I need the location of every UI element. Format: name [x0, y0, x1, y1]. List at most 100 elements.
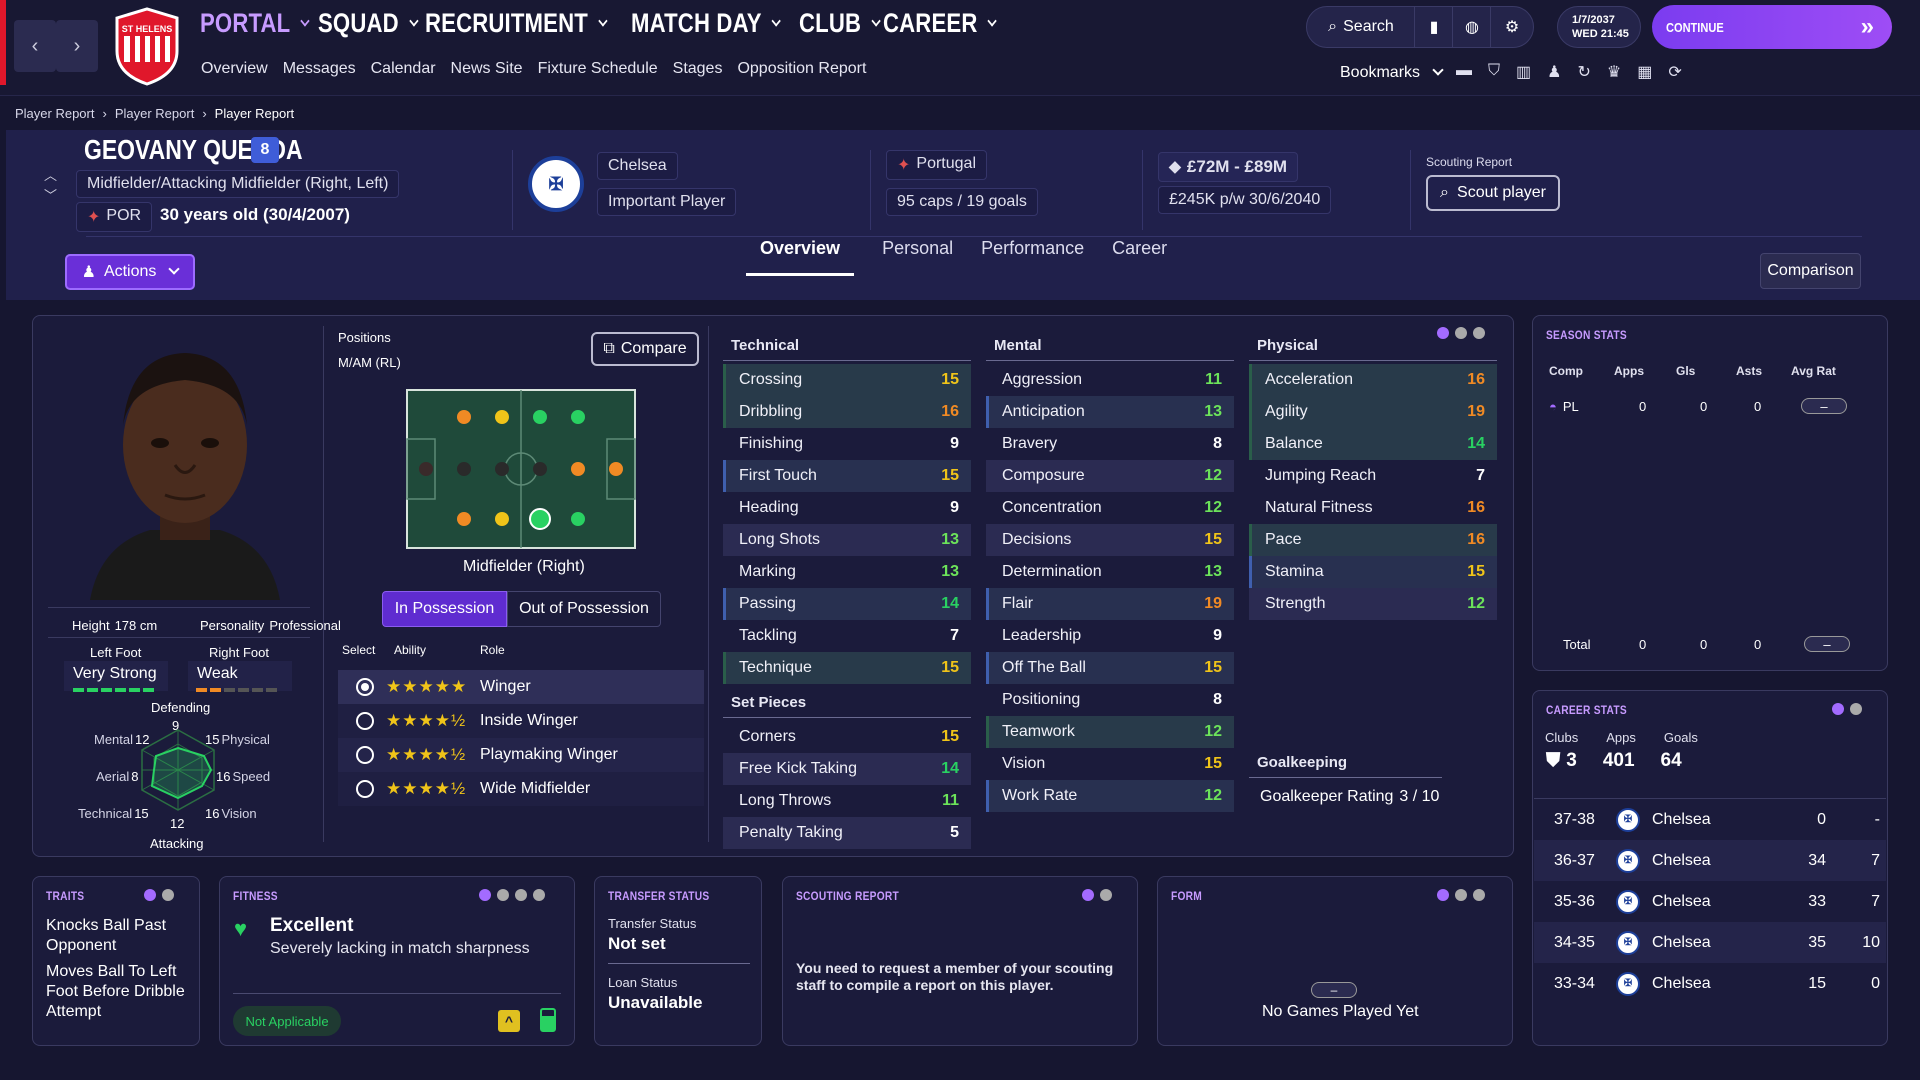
attr-row[interactable]: Concentration 12: [986, 492, 1234, 524]
attr-row[interactable]: Technique 15: [723, 652, 971, 684]
club-badge[interactable]: ST HELENS: [112, 6, 182, 86]
scouting-page-dots[interactable]: [1082, 889, 1112, 901]
attr-row[interactable]: Heading 9: [723, 492, 971, 524]
role-row[interactable]: ★★★★½ Inside Winger: [338, 704, 704, 738]
nation-name[interactable]: ✦ Portugal: [886, 150, 987, 180]
subnav-fixture-schedule[interactable]: Fixture Schedule: [538, 60, 658, 78]
breadcrumb-item[interactable]: Player Report: [15, 106, 94, 121]
actions-button[interactable]: ♟ Actions: [65, 254, 195, 290]
attr-row[interactable]: Strength 12: [1249, 588, 1497, 620]
career-row[interactable]: 36-37 ✠ Chelsea 34 7: [1534, 840, 1886, 881]
attr-row[interactable]: Leadership 9: [986, 620, 1234, 652]
tab-overview[interactable]: Overview: [746, 238, 855, 276]
attr-row[interactable]: Balance 14: [1249, 428, 1497, 460]
trophy-icon[interactable]: ♛: [1607, 62, 1621, 82]
attr-row[interactable]: Composure 12: [986, 460, 1234, 492]
subnav-messages[interactable]: Messages: [283, 60, 356, 78]
career-row[interactable]: 33-34 ✠ Chelsea 15 0: [1534, 963, 1886, 1004]
attr-row[interactable]: Determination 13: [986, 556, 1234, 588]
attr-row[interactable]: Agility 19: [1249, 396, 1497, 428]
attr-row[interactable]: Bravery 8: [986, 428, 1234, 460]
attr-row[interactable]: Passing 14: [723, 588, 971, 620]
battery-icon[interactable]: [540, 1008, 556, 1032]
chevron-down-icon[interactable]: ﹀: [44, 186, 57, 206]
attr-row[interactable]: Anticipation 13: [986, 396, 1234, 428]
attr-row[interactable]: Tackling 7: [723, 620, 971, 652]
attr-row[interactable]: Crossing 15: [723, 364, 971, 396]
attr-row[interactable]: Long Throws 11: [723, 785, 971, 817]
nav-match-day[interactable]: MATCH DAY: [631, 8, 782, 39]
forward-button[interactable]: ›: [56, 20, 98, 72]
chat-icon[interactable]: ▬: [1456, 62, 1472, 82]
career-row[interactable]: 37-38 ✠ Chelsea 0-: [1534, 799, 1886, 840]
chevron-up-icon[interactable]: ︿: [44, 166, 57, 186]
traits-page-dots[interactable]: [144, 889, 174, 901]
radio-button[interactable]: [356, 780, 374, 798]
attr-row[interactable]: Pace 16: [1249, 524, 1497, 556]
world-toolbar-button[interactable]: ◍: [1452, 6, 1492, 48]
club-crest[interactable]: ✠: [528, 156, 584, 212]
out-of-possession-toggle[interactable]: Out of Possession: [507, 591, 661, 627]
subnav-stages[interactable]: Stages: [673, 60, 723, 78]
back-button[interactable]: ‹: [14, 20, 56, 72]
subnav-news-site[interactable]: News Site: [451, 60, 523, 78]
role-row[interactable]: ★★★★½ Wide Midfielder: [338, 772, 704, 806]
attr-row[interactable]: Free Kick Taking 14: [723, 753, 971, 785]
attr-row[interactable]: Stamina 15: [1249, 556, 1497, 588]
subnav-opposition-report[interactable]: Opposition Report: [737, 60, 866, 78]
career-row[interactable]: 35-36 ✠ Chelsea 33 7: [1534, 881, 1886, 922]
physical-page-dots[interactable]: [1437, 327, 1485, 339]
bookmark-toolbar-button[interactable]: ▮: [1414, 6, 1454, 48]
nav-squad[interactable]: SQUAD: [318, 8, 419, 39]
attr-row[interactable]: Long Shots 13: [723, 524, 971, 556]
calendar-icon[interactable]: ▦: [1637, 62, 1652, 82]
attr-row[interactable]: First Touch 15: [723, 460, 971, 492]
role-row[interactable]: ★★★★★ Winger: [338, 670, 704, 704]
attr-row[interactable]: Penalty Taking 5: [723, 817, 971, 849]
tab-career[interactable]: Career: [1112, 238, 1167, 276]
attr-row[interactable]: Marking 13: [723, 556, 971, 588]
breadcrumb-item[interactable]: Player Report: [115, 106, 194, 121]
comparison-button[interactable]: Comparison: [1760, 253, 1861, 289]
season-stats-row[interactable]: ◓ PL 000 –: [1549, 398, 1869, 414]
attr-row[interactable]: Decisions 15: [986, 524, 1234, 556]
scout-player-button[interactable]: ⌕ Scout player: [1426, 175, 1560, 211]
nav-career[interactable]: CAREER: [883, 8, 997, 39]
prev-next-player[interactable]: ︿ ﹀: [44, 166, 57, 206]
radio-button[interactable]: [356, 712, 374, 730]
club-name[interactable]: Chelsea: [597, 152, 678, 180]
attr-row[interactable]: Teamwork 12: [986, 716, 1234, 748]
sharpness-icon[interactable]: ^: [498, 1010, 520, 1032]
attr-row[interactable]: Off The Ball 15: [986, 652, 1234, 684]
settings-button[interactable]: ⚙: [1490, 6, 1534, 48]
attr-row[interactable]: Corners 15: [723, 721, 971, 753]
career-stats-page-dots[interactable]: [1832, 703, 1862, 715]
career-row[interactable]: 34-35 ✠ Chelsea 35 10: [1534, 922, 1886, 963]
attr-row[interactable]: Positioning 8: [986, 684, 1234, 716]
nav-club[interactable]: CLUB: [799, 8, 881, 39]
continue-button[interactable]: CONTINUE»: [1652, 5, 1892, 49]
form-page-dots[interactable]: [1437, 889, 1485, 901]
subnav-overview[interactable]: Overview: [201, 60, 268, 78]
attr-row[interactable]: Flair 19: [986, 588, 1234, 620]
attr-row[interactable]: Aggression 11: [986, 364, 1234, 396]
sync-icon[interactable]: ⟳: [1668, 62, 1681, 82]
nav-portal[interactable]: PORTAL: [200, 8, 310, 39]
radio-button[interactable]: [356, 746, 374, 764]
tactics-icon[interactable]: ▥: [1516, 62, 1531, 82]
radio-selected[interactable]: [356, 678, 374, 696]
attr-row[interactable]: Vision 15: [986, 748, 1234, 780]
fitness-page-dots[interactable]: [479, 889, 545, 901]
staff-icon[interactable]: ♟: [1547, 62, 1561, 82]
in-possession-toggle[interactable]: In Possession: [382, 591, 507, 627]
attr-row[interactable]: Jumping Reach 7: [1249, 460, 1497, 492]
attr-row[interactable]: Finishing 9: [723, 428, 971, 460]
tab-personal[interactable]: Personal: [882, 238, 953, 276]
attr-row[interactable]: Work Rate 12: [986, 780, 1234, 812]
attr-row[interactable]: Dribbling 16: [723, 396, 971, 428]
subnav-calendar[interactable]: Calendar: [371, 60, 436, 78]
attr-row[interactable]: Acceleration 16: [1249, 364, 1497, 396]
search-button[interactable]: ⌕ Search: [1306, 6, 1416, 48]
refresh-icon[interactable]: ↻: [1577, 62, 1590, 82]
role-row[interactable]: ★★★★½ Playmaking Winger: [338, 738, 704, 772]
